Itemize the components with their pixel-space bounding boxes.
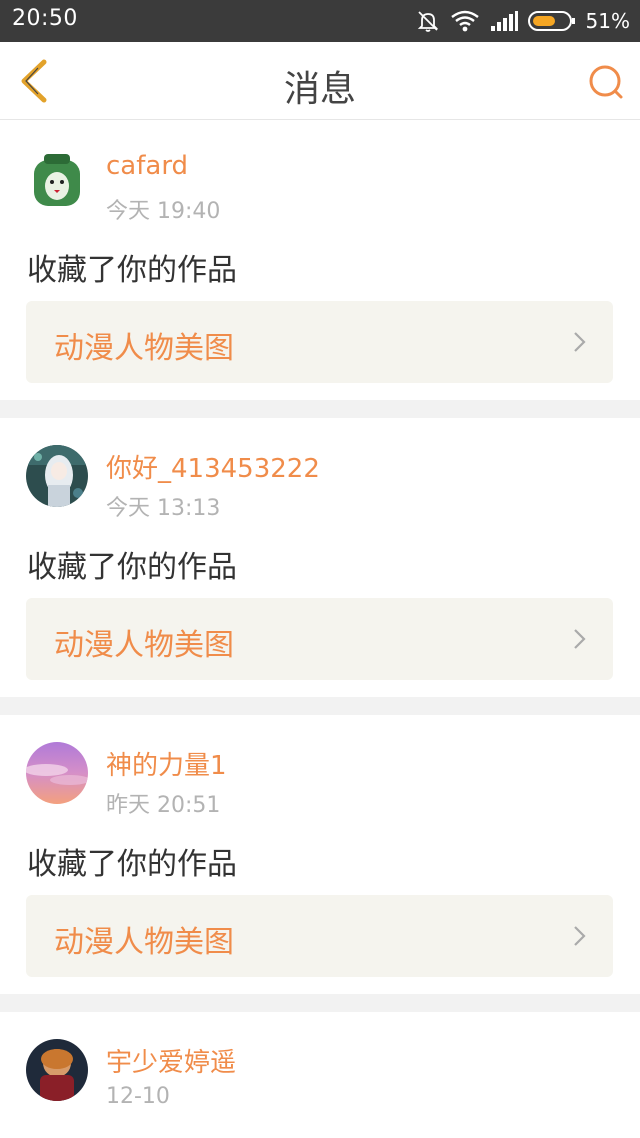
message-item: 宇少爱婷遥 12-10 [0,1012,640,1138]
work-link[interactable]: 动漫人物美图 [26,598,613,680]
username[interactable]: cafard [106,151,188,181]
wifi-icon [450,10,479,32]
work-title: 动漫人物美图 [54,628,234,663]
timestamp: 今天 19:40 [106,199,221,224]
timestamp: 12-10 [106,1084,170,1109]
chevron-right-icon [574,332,586,352]
work-title: 动漫人物美图 [54,331,234,366]
status-time: 20:50 [12,6,78,31]
work-title: 动漫人物美图 [54,925,234,960]
page-title: 消息 [283,69,356,110]
chevron-right-icon [574,926,586,946]
avatar[interactable] [26,445,88,507]
divider [0,697,640,715]
avatar[interactable] [26,148,88,210]
work-link[interactable]: 动漫人物美图 [26,301,613,383]
action-text: 收藏了你的作品 [27,550,237,585]
avatar[interactable] [26,742,88,804]
battery-icon [527,11,575,31]
action-text: 收藏了你的作品 [27,253,237,288]
status-bar: 20:50 51% [0,0,640,42]
username[interactable]: 你好_413453222 [106,448,320,485]
divider [0,400,640,418]
message-item: cafard 今天 19:40 收藏了你的作品 动漫人物美图 [0,121,640,400]
search-icon[interactable] [586,62,626,102]
chevron-right-icon [574,629,586,649]
timestamp: 今天 13:13 [106,496,221,521]
username[interactable]: 神的力量1 [106,745,227,782]
mute-bell-icon [417,11,438,32]
divider [0,994,640,1012]
username[interactable]: 宇少爱婷遥 [106,1042,236,1079]
timestamp: 昨天 20:51 [106,793,221,818]
battery-percent: 51% [585,9,630,33]
signal-icon [490,11,518,31]
app-header: 消息 [0,42,640,120]
message-item: 神的力量1 昨天 20:51 收藏了你的作品 动漫人物美图 [0,715,640,994]
avatar[interactable] [26,1039,88,1101]
work-link[interactable]: 动漫人物美图 [26,895,613,977]
action-text: 收藏了你的作品 [27,847,237,882]
message-item: 你好_413453222 今天 13:13 收藏了你的作品 动漫人物美图 [0,418,640,697]
